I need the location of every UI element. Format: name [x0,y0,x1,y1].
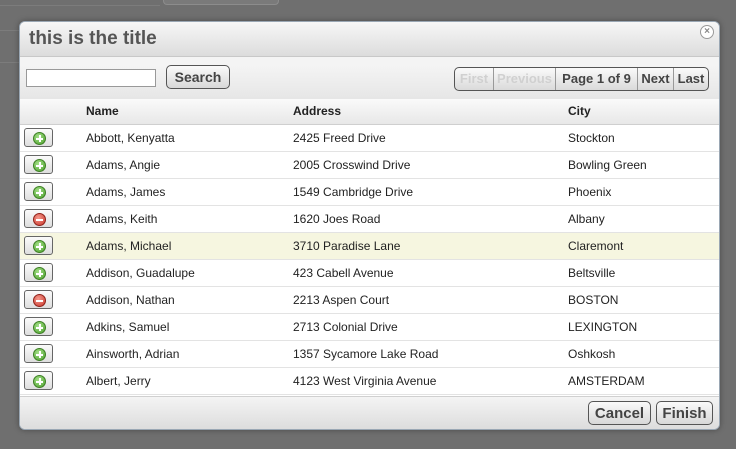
row-address: 2425 Freed Drive [293,131,386,145]
add-row-button[interactable] [24,155,53,174]
table-row[interactable]: Addison, Guadalupe 423 Cabell Avenue Belts… [20,260,719,287]
first-page-button[interactable]: First [455,68,493,90]
pagination: First Previous Page 1 of 9 Next Last [454,67,709,91]
row-name: Abbott, Kenyatta [86,131,175,145]
background-divider [0,30,19,31]
row-name: Adams, Angie [86,158,161,172]
background-button [163,0,279,5]
search-button[interactable]: Search [166,65,230,89]
row-name: Addison, Nathan [86,293,175,307]
dialog-title: this is the title [29,28,157,49]
modal-dialog: this is the title × Search First Previou… [19,21,720,430]
add-row-button[interactable] [24,344,53,363]
row-address: 2213 Aspen Court [293,293,390,307]
background-divider [0,5,160,6]
row-address: 1549 Cambridge Drive [293,185,414,199]
add-row-button[interactable] [24,236,53,255]
plus-circle-icon [33,375,46,388]
add-row-button[interactable] [24,263,53,282]
row-address: 2713 Colonial Drive [293,320,398,334]
row-name: Ainsworth, Adrian [86,347,180,361]
add-row-button[interactable] [24,317,53,336]
row-name: Albert, Jerry [86,374,151,388]
row-city: Oshkosh [568,347,616,361]
finish-button[interactable]: Finish [656,401,713,425]
results-table: Name Address City Abbott, Kenyatta 2425 F… [20,99,719,396]
row-name: Adams, James [86,185,166,199]
plus-circle-icon [33,186,46,199]
row-address: 2005 Crosswind Drive [293,158,411,172]
column-header-address[interactable]: Address [293,104,341,118]
table-row[interactable]: Adams, James 1549 Cambridge Drive Phoenix [20,179,719,206]
table-row[interactable]: Abbott, Kenyatta 2425 Freed Drive Stockton [20,125,719,152]
remove-row-button[interactable] [24,290,53,309]
row-city: Beltsville [568,266,616,280]
last-page-button[interactable]: Last [673,68,708,90]
next-page-button[interactable]: Next [637,68,673,90]
table-row[interactable]: Addison, Nathan 2213 Aspen Court BOSTON [20,287,719,314]
dialog-toolbar: Search First Previous Page 1 of 9 Next L… [20,57,719,99]
row-address: 1357 Sycamore Lake Road [293,347,439,361]
row-city: Phoenix [568,185,612,199]
row-city: Albany [568,212,605,226]
background-divider [0,62,19,63]
row-city: Bowling Green [568,158,647,172]
plus-circle-icon [33,348,46,361]
row-city: BOSTON [568,293,619,307]
dialog-titlebar: this is the title × [20,22,719,57]
plus-circle-icon [33,321,46,334]
row-address: 4123 West Virginia Avenue [293,374,437,388]
row-name: Addison, Guadalupe [86,266,195,280]
row-address: 1620 Joes Road [293,212,381,226]
plus-circle-icon [33,267,46,280]
row-name: Adkins, Samuel [86,320,170,334]
column-header-name[interactable]: Name [86,104,119,118]
add-row-button[interactable] [24,182,53,201]
row-name: Adams, Michael [86,239,172,253]
row-city: Claremont [568,239,624,253]
search-input[interactable] [26,69,156,87]
table-row[interactable]: Ainsworth, Adrian 1357 Sycamore Lake Road… [20,341,719,368]
row-city: AMSTERDAM [568,374,645,388]
plus-circle-icon [33,159,46,172]
table-row[interactable]: Adams, Angie 2005 Crosswind Drive Bowling … [20,152,719,179]
plus-circle-icon [33,132,46,145]
remove-row-button[interactable] [24,209,53,228]
table-header: Name Address City [20,99,719,125]
row-address: 423 Cabell Avenue [293,266,394,280]
row-city: LEXINGTON [568,320,638,334]
close-icon[interactable]: × [700,25,714,39]
column-header-city[interactable]: City [568,104,591,118]
minus-circle-icon [33,213,46,226]
add-row-button[interactable] [24,128,53,147]
table-row[interactable]: Albert, Jerry 4123 West Virginia Avenue AM… [20,368,719,395]
table-row[interactable]: Adams, Keith 1620 Joes Road Albany [20,206,719,233]
page-indicator: Page 1 of 9 [555,68,637,90]
add-row-button[interactable] [24,371,53,390]
row-address: 3710 Paradise Lane [293,239,401,253]
cancel-button[interactable]: Cancel [588,401,651,425]
minus-circle-icon [33,294,46,307]
plus-circle-icon [33,240,46,253]
row-city: Stockton [568,131,615,145]
table-row[interactable]: Adkins, Samuel 2713 Colonial Drive LEXINGT… [20,314,719,341]
dialog-footer: Cancel Finish [20,396,719,429]
previous-page-button[interactable]: Previous [493,68,555,90]
table-row[interactable]: Adams, Michael 3710 Paradise Lane Claremon… [20,233,719,260]
row-name: Adams, Keith [86,212,158,226]
